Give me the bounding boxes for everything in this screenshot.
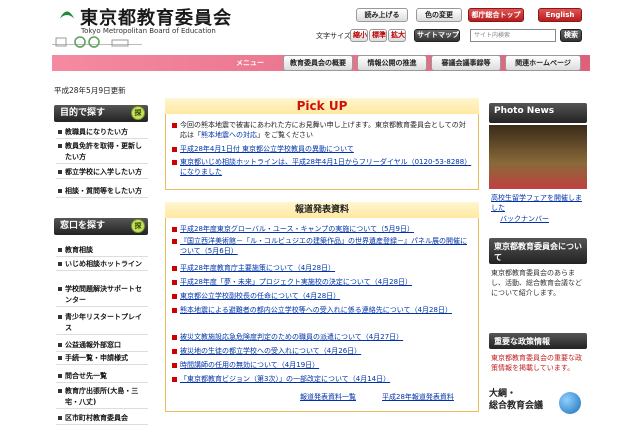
sidebar-item-procedures[interactable]: 手続一覧・申請様式 bbox=[56, 353, 148, 365]
press-2016-link[interactable]: 平成28年報道発表資料 bbox=[382, 392, 454, 402]
pickup-intro: 今回の熊本地震で被害にあわれた方にお見舞い申し上げます。東京都教育委員会としての… bbox=[172, 120, 472, 140]
site-title-en: Tokyo Metropolitan Board of Education bbox=[81, 27, 216, 35]
sidebar-item-branch-offices[interactable]: 教育庁出張所(大島・三宅・八丈) bbox=[56, 386, 148, 409]
globe-icon bbox=[559, 392, 581, 414]
photo-backnumber-link[interactable]: バックナンバー bbox=[500, 214, 595, 224]
press-item[interactable]: 平成28年度「夢・未来」プロジェクト実施校の決定について（4月28日） bbox=[172, 277, 472, 287]
sidebar-item-bullying-hotline[interactable]: いじめ相談ホットライン bbox=[56, 259, 148, 271]
press-item[interactable]: 被災文教施設応急危険度判定のための職員の派遣について（4月27日） bbox=[172, 332, 472, 342]
nav-item-overview[interactable]: 教育委員会の概要 bbox=[283, 55, 353, 71]
pickup-item-hotline[interactable]: 東京都いじめ相談ホットラインは、平成28年4月1日からフリーダイヤル（0120-… bbox=[172, 157, 472, 177]
press-item[interactable]: 熊本地震による避難者の都内公立学校等への受入れに係る連絡先について（4月28日） bbox=[172, 305, 472, 315]
sidebar-item-consult[interactable]: 相談・質問等をしたい方 bbox=[56, 186, 148, 198]
press-item[interactable]: 『国立西洋美術館－「ル・コルビュジエの建築作品」の世界遺産登録－』パネル展の開催… bbox=[172, 236, 472, 258]
nav-menu-label: メニュー bbox=[236, 59, 264, 67]
policy-text: 東京都教育委員会の重要な政策情報を掲載しています。 bbox=[491, 354, 582, 372]
tokyo-logo-icon bbox=[59, 11, 75, 19]
sidebar-item-whistleblower[interactable]: 公益通報外部窓口 bbox=[56, 340, 148, 352]
nav-item-disclosure[interactable]: 情報公開の推進 bbox=[357, 55, 427, 71]
press-item[interactable]: 時間講師の任用の無効について（4月19日） bbox=[172, 360, 472, 370]
press-item[interactable]: 「東京都教育ビジョン（第3次）」の一部改定について（4月14日） bbox=[172, 374, 472, 384]
taiko-banner[interactable]: 大綱・ 総合教育会議 bbox=[489, 388, 587, 424]
sidebar-item-teacher[interactable]: 教職員になりたい方 bbox=[56, 127, 148, 139]
sidebar-item-municipal-boards[interactable]: 区市町村教育委員会 bbox=[56, 413, 148, 425]
sitemap-button[interactable]: サイトマップ bbox=[414, 29, 460, 42]
about-board-heading[interactable]: 東京都教育委員会について bbox=[489, 238, 587, 264]
english-button[interactable]: English bbox=[538, 8, 582, 22]
nav-item-links[interactable]: 関連ホームページ bbox=[505, 55, 581, 71]
purpose-search-heading: 目的で探す 探 bbox=[54, 105, 148, 122]
color-change-button[interactable]: 色の変更 bbox=[416, 8, 462, 22]
kumamoto-link[interactable]: 熊本地震への対応 bbox=[201, 131, 257, 139]
press-item[interactable]: 平成28年度教育庁主要施策について（4月28日） bbox=[172, 263, 472, 273]
search-button[interactable]: 検索 bbox=[560, 29, 582, 42]
search-input[interactable]: サイト内検索 bbox=[470, 29, 556, 42]
sidebar-item-admission[interactable]: 都立学校に入学したい方 bbox=[56, 167, 148, 179]
search-badge-icon: 探 bbox=[131, 219, 145, 233]
policy-heading[interactable]: 重要な政策情報 bbox=[489, 333, 587, 349]
pickup-title: Pick UP bbox=[165, 98, 479, 114]
search-badge-icon: 探 bbox=[131, 106, 145, 120]
font-size-label: 文字サイズ bbox=[316, 32, 351, 40]
photo-caption-link[interactable]: 高校生留学フェアを開催しました bbox=[491, 193, 586, 213]
sidebar-item-contacts[interactable]: 問合せ先一覧 bbox=[56, 371, 148, 383]
counter-search-heading: 窓口を探す 探 bbox=[54, 218, 148, 235]
sidebar-item-license[interactable]: 教員免許を取得・更新したい方 bbox=[56, 141, 148, 164]
sidebar-item-counseling[interactable]: 教育相談 bbox=[56, 245, 148, 257]
about-board-text: 東京都教育委員会のあらまし、活動、総合教育会議などについて紹介します。 bbox=[491, 269, 582, 297]
header-decoration bbox=[52, 36, 142, 48]
press-item[interactable]: 平成28年度東京グローバル・ユース・キャンプの実施について（5月9日） bbox=[172, 224, 472, 234]
pickup-item-transfer[interactable]: 平成28年4月1日付 東京都公立学校教員の異動について bbox=[172, 144, 472, 154]
photo-news-heading: Photo News bbox=[489, 103, 587, 123]
font-standard-button[interactable]: 標準 bbox=[369, 29, 387, 42]
read-aloud-button[interactable]: 読み上げる bbox=[356, 8, 408, 22]
update-date: 平成28年5月9日更新 bbox=[54, 86, 126, 95]
sidebar-item-support-center[interactable]: 学校問題解決サポートセンター bbox=[56, 284, 148, 307]
press-item[interactable]: 東京都公立学校副校長の任命について（4月28日） bbox=[172, 291, 472, 301]
metro-top-button[interactable]: 都庁総合トップ bbox=[468, 8, 524, 22]
press-list-link[interactable]: 報道発表資料一覧 bbox=[300, 392, 356, 402]
font-shrink-button[interactable]: 縮小 bbox=[350, 29, 368, 42]
font-enlarge-button[interactable]: 拡大 bbox=[388, 29, 406, 42]
press-item[interactable]: 被災地の生徒の都立学校への受入れについて（4月26日） bbox=[172, 346, 472, 356]
sidebar-item-restart-place[interactable]: 青少年リスタートプレイス bbox=[56, 312, 148, 335]
nav-item-minutes[interactable]: 審議会議事録等 bbox=[431, 55, 501, 71]
photo-news-image[interactable] bbox=[489, 125, 587, 189]
press-title: 報道発表資料 bbox=[165, 202, 479, 218]
